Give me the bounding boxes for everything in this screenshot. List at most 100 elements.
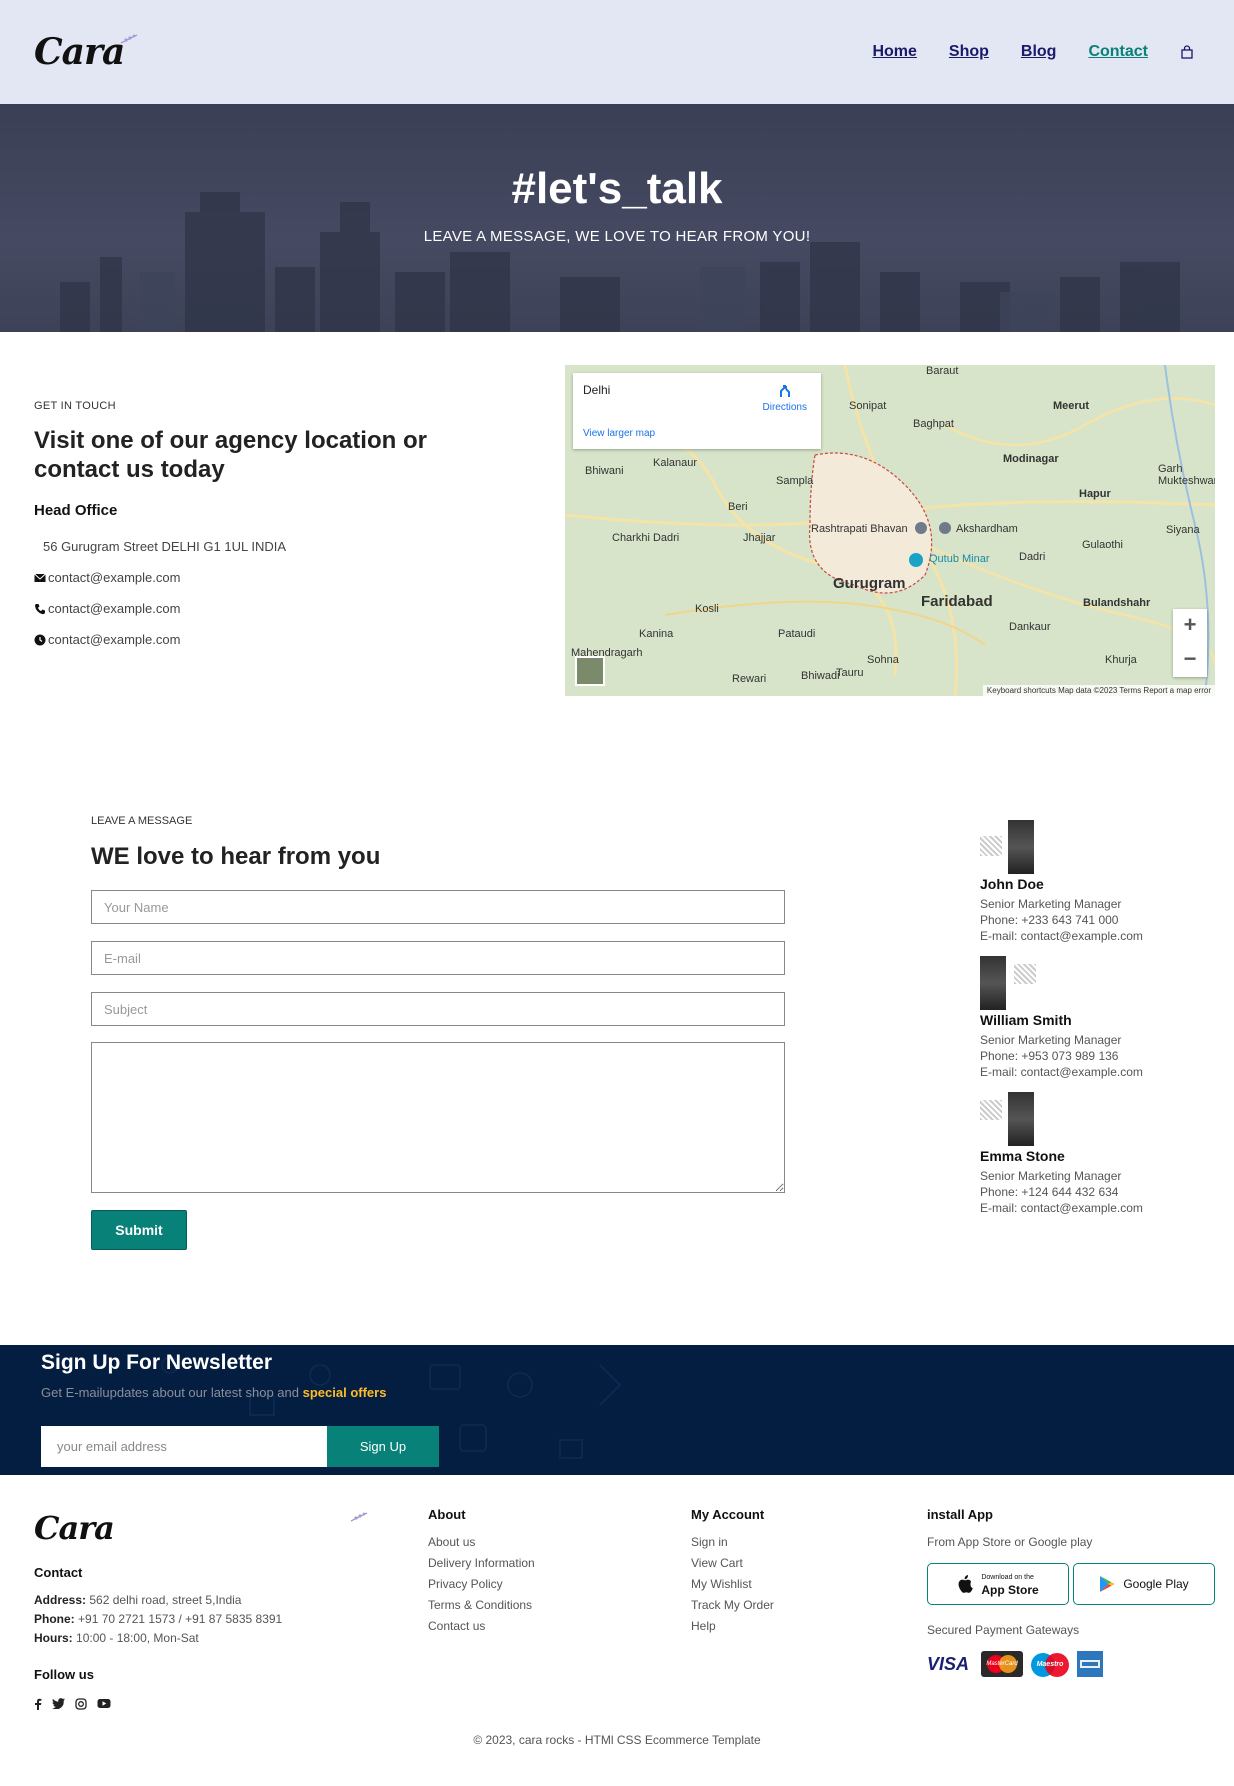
map-label: Kosli — [695, 603, 719, 615]
map-label: Hapur — [1079, 488, 1111, 500]
person-photos — [980, 820, 1210, 874]
envelope-icon — [34, 573, 46, 582]
map-label: Sampla — [776, 475, 814, 487]
map-place-name: Delhi — [583, 383, 611, 397]
visa-logo: VISA — [927, 1653, 970, 1674]
contact-people: John Doe Senior Marketing Manager Phone:… — [980, 820, 1210, 1228]
maestro-logo: Maestro — [1029, 1651, 1071, 1677]
install-text: From App Store or Google play — [927, 1535, 1093, 1549]
footer-contact-heading: Contact — [34, 1565, 83, 1580]
hours-row: contact@example.com — [34, 632, 504, 647]
follow-heading: Follow us — [34, 1667, 94, 1682]
person-role: Senior Marketing Manager — [980, 1033, 1122, 1047]
footer-install-column: install App From App Store or Google pla… — [927, 1507, 1227, 1677]
footer-link-track-order[interactable]: Track My Order — [691, 1598, 774, 1612]
directions-icon — [779, 385, 790, 397]
phone-icon — [35, 603, 45, 614]
directions-link[interactable]: Directions — [763, 383, 807, 413]
instagram-icon[interactable] — [75, 1698, 87, 1710]
person-thumbnail — [980, 836, 1002, 856]
hours-text: contact@example.com — [48, 632, 181, 647]
details-eyebrow: GET IN TOUCH — [34, 400, 116, 412]
name-input[interactable] — [91, 890, 785, 924]
map-label: Tauru — [836, 667, 864, 679]
submit-button[interactable]: Submit — [91, 1210, 187, 1250]
map-info-card: Delhi Directions View larger map — [573, 373, 821, 449]
logo[interactable]: Cara — [34, 31, 138, 73]
person-name: Emma Stone — [980, 1148, 1065, 1164]
email-text[interactable]: contact@example.com — [48, 570, 180, 585]
map-attribution[interactable]: Keyboard shortcuts Map data ©2023 Terms … — [982, 685, 1215, 696]
office-heading: Head Office — [34, 502, 118, 519]
email-row: contact@example.com — [34, 570, 504, 585]
american-express-logo — [1077, 1651, 1103, 1677]
footer-link-help[interactable]: Help — [691, 1619, 774, 1633]
person-role: Senior Marketing Manager — [980, 1169, 1122, 1183]
map-label: Bhiwani — [585, 465, 624, 477]
person-email: E-mail: contact@example.com — [980, 1065, 1143, 1079]
view-larger-map-link[interactable]: View larger map — [583, 428, 655, 439]
person-card: John Doe Senior Marketing Manager Phone:… — [980, 820, 1210, 956]
youtube-icon[interactable] — [97, 1698, 111, 1709]
satellite-toggle[interactable] — [575, 656, 605, 686]
copyright: © 2023, cara rocks - HTMl CSS Ecommerce … — [473, 1733, 761, 1747]
nav-home[interactable]: Home — [872, 43, 916, 61]
map-label: Sonipat — [849, 400, 887, 412]
google-play-button[interactable]: Google Play — [1073, 1563, 1215, 1605]
store-buttons: Download on the App Store Google Play — [927, 1563, 1227, 1605]
email-input[interactable] — [91, 941, 785, 975]
person-card: Emma Stone Senior Marketing Manager Phon… — [980, 1092, 1210, 1228]
site-footer: Cara Contact Address: 562 delhi road, st… — [0, 1475, 1234, 1786]
person-phone: Phone: +124 644 432 634 — [980, 1185, 1119, 1199]
nav-shop[interactable]: Shop — [949, 43, 989, 61]
footer-account-column: My Account Sign in View Cart My Wishlist… — [691, 1507, 774, 1633]
person-photos — [980, 1092, 1210, 1146]
hero-subtitle: LEAVE A MESSAGE, WE LOVE TO HEAR FROM YO… — [423, 228, 811, 245]
subject-input[interactable] — [91, 992, 785, 1026]
footer-link-delivery[interactable]: Delivery Information — [428, 1556, 535, 1570]
footer-about-column: About About us Delivery Information Priv… — [428, 1507, 535, 1633]
sign-up-button[interactable]: Sign Up — [327, 1426, 439, 1467]
payments-text: Secured Payment Gateways — [927, 1623, 1080, 1637]
hero-banner: #let's_talk LEAVE A MESSAGE, WE LOVE TO … — [0, 104, 1234, 332]
footer-link-about-us[interactable]: About us — [428, 1535, 535, 1549]
footer-link-sign-in[interactable]: Sign in — [691, 1535, 774, 1549]
install-heading: install App — [927, 1507, 993, 1522]
zoom-in-button[interactable]: + — [1173, 609, 1207, 643]
lavender-sprig-icon — [121, 34, 138, 44]
footer-link-wishlist[interactable]: My Wishlist — [691, 1577, 774, 1591]
map-label: Baghpat — [913, 418, 954, 430]
google-map[interactable]: Sonipat Meerut Baghpat Baraut Modinagar … — [565, 365, 1215, 696]
person-phone: Phone: +233 643 741 000 — [980, 913, 1119, 927]
map-label: Jhajjar — [743, 532, 776, 544]
google-play-icon — [1100, 1576, 1115, 1592]
footer-address: Address: 562 delhi road, street 5,India — [34, 1593, 242, 1607]
person-thumbnail — [1014, 964, 1036, 984]
mastercard-logo: MasterCard — [981, 1651, 1023, 1677]
footer-link-contact[interactable]: Contact us — [428, 1619, 535, 1633]
nav-contact[interactable]: Contact — [1088, 43, 1148, 61]
map-label: Modinagar — [1003, 453, 1059, 465]
person-email: E-mail: contact@example.com — [980, 1201, 1143, 1215]
app-store-button[interactable]: Download on the App Store — [927, 1563, 1069, 1605]
footer-link-terms[interactable]: Terms & Conditions — [428, 1598, 535, 1612]
footer-logo[interactable]: Cara — [34, 1509, 368, 1547]
footer-contact-column: Cara Contact Address: 562 delhi road, st… — [34, 1509, 368, 1710]
newsletter-section: Sign Up For Newsletter Get E-mailupdates… — [0, 1345, 1234, 1475]
facebook-icon[interactable] — [34, 1698, 42, 1710]
map-label: Faridabad — [921, 593, 993, 610]
footer-link-view-cart[interactable]: View Cart — [691, 1556, 774, 1570]
nav-blog[interactable]: Blog — [1021, 43, 1057, 61]
payment-cards: VISA MasterCard Maestro — [927, 1651, 1227, 1677]
zoom-out-button[interactable]: − — [1173, 643, 1207, 677]
form-title: WE love to hear from you — [91, 843, 381, 870]
shopping-bag-icon[interactable] — [1180, 45, 1194, 59]
person-email: E-mail: contact@example.com — [980, 929, 1143, 943]
twitter-icon[interactable] — [52, 1698, 65, 1709]
phone-text[interactable]: contact@example.com — [48, 601, 180, 616]
footer-link-privacy[interactable]: Privacy Policy — [428, 1577, 535, 1591]
message-textarea[interactable] — [91, 1042, 785, 1193]
newsletter-email-input[interactable] — [41, 1426, 327, 1467]
map-label: Sohna — [867, 654, 899, 666]
map-label: Bhiwadi — [801, 670, 840, 682]
